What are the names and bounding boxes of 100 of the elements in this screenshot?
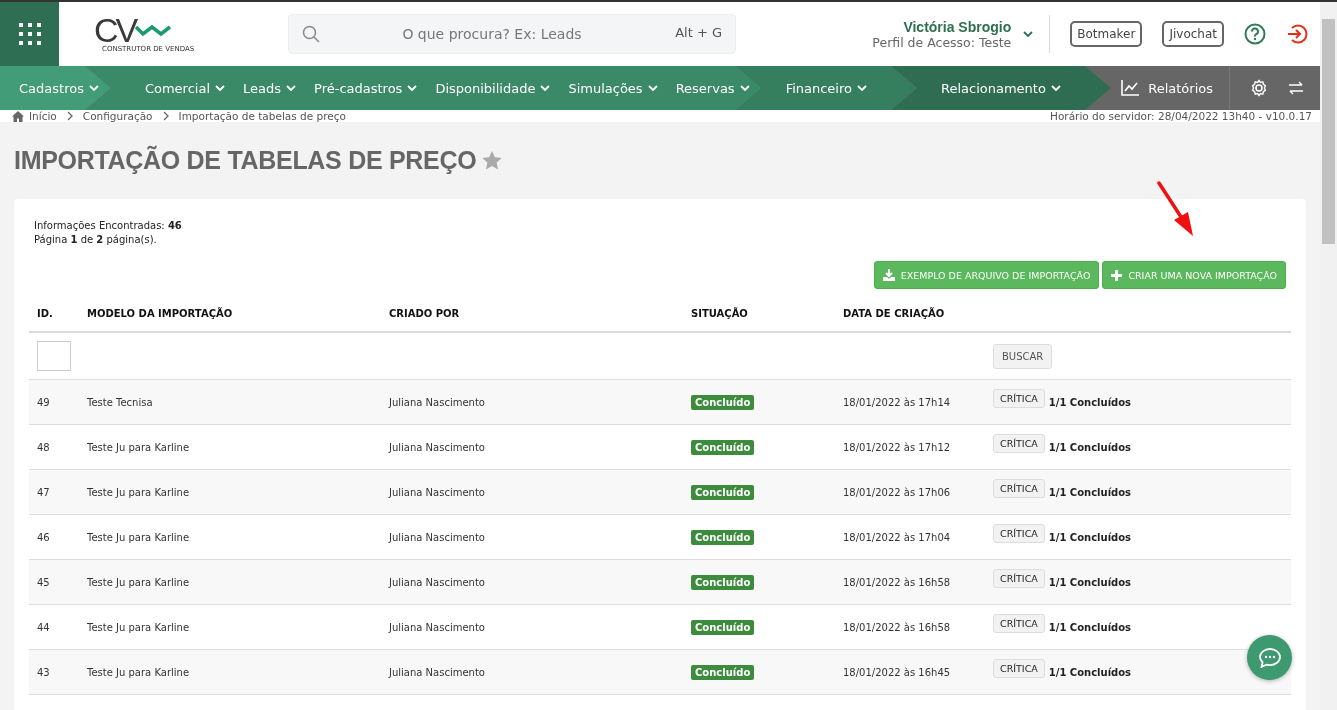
star-icon[interactable] (482, 151, 503, 170)
table-cell-text: 44 (36, 621, 51, 633)
progress-text: 1/1 Concluídos (1048, 396, 1132, 408)
logo-wave-icon (135, 23, 172, 37)
table-cell-text: 18/01/2022 às 17h14 (842, 396, 952, 408)
grid-icon (18, 23, 41, 45)
table-cell-text: 49 (36, 396, 51, 408)
reports-menu-item[interactable]: Relatórios (1121, 80, 1213, 96)
chevron-down-icon (739, 84, 750, 92)
progress-text: 1/1 Concluídos (1048, 621, 1132, 633)
chevron-down-icon (88, 84, 99, 92)
scrollbar-thumb[interactable] (1322, 19, 1335, 244)
menu-item[interactable]: Financeiro (785, 80, 867, 96)
user-menu[interactable]: Victória Sbrogio Perfil de Acesso: Teste (872, 18, 1034, 50)
table-cell-text: 46 (36, 531, 51, 543)
chevron-down-icon (1050, 84, 1061, 92)
critica-button[interactable]: CRÍTICA (993, 433, 1045, 453)
status-badge: Concluído (691, 619, 755, 635)
table-cell-text: 43 (36, 666, 51, 678)
critica-button[interactable]: CRÍTICA (993, 523, 1045, 543)
chevron-down-icon (647, 84, 658, 92)
column-header: SITUAÇÃO (690, 307, 749, 319)
help-icon[interactable] (1244, 23, 1266, 45)
table-cell-text: 18/01/2022 às 16h45 (842, 666, 952, 678)
table-cell-text: 18/01/2022 às 16h58 (842, 576, 952, 588)
table-cell-text: Teste Ju para Karline (86, 621, 191, 633)
table-cell-text: Juliana Nascimento (387, 486, 486, 498)
breadcrumb-link[interactable]: Importação de tabelas de preço (178, 110, 346, 122)
critica-button[interactable]: CRÍTICA (993, 613, 1045, 633)
swap-arrows-icon[interactable] (1288, 81, 1304, 95)
progress-text: 1/1 Concluídos (1048, 441, 1132, 453)
critica-button[interactable]: CRÍTICA (993, 388, 1045, 408)
column-header: MODELO DA IMPORTAÇÃO (86, 307, 234, 319)
status-badge: Concluído (691, 574, 755, 590)
menu-item[interactable]: Simulações (568, 80, 658, 96)
chevron-down-icon (215, 84, 225, 92)
critica-button[interactable]: CRÍTICA (993, 568, 1045, 588)
chevron-right-icon (66, 111, 73, 121)
table-cell-text: 18/01/2022 às 16h58 (842, 621, 952, 633)
table-cell-text: Teste Ju para Karline (86, 666, 191, 678)
status-badge: Concluído (691, 664, 755, 680)
settings-icon[interactable] (1250, 79, 1268, 97)
menu-item[interactable]: Comercial (144, 80, 225, 96)
progress-text: 1/1 Concluídos (1048, 531, 1132, 543)
table-cell-text: Teste Ju para Karline (86, 486, 191, 498)
table-cell-text: 47 (36, 486, 51, 498)
chat-bubble-icon (1258, 647, 1281, 668)
progress-text: 1/1 Concluídos (1048, 666, 1132, 678)
apps-menu-button[interactable] (0, 2, 59, 66)
chevron-down-icon (286, 84, 297, 92)
plus-icon (1111, 269, 1123, 281)
chevron-right-icon (162, 111, 169, 121)
table-cell-text: Juliana Nascimento (387, 576, 486, 588)
critica-button[interactable]: CRÍTICA (993, 658, 1045, 678)
id-filter-field[interactable] (37, 341, 71, 371)
breadcrumb-link[interactable]: Configuração (82, 110, 153, 122)
table-cell-text: Juliana Nascimento (387, 666, 486, 678)
column-header: CRIADO POR (388, 307, 461, 319)
table-cell-text: Teste Ju para Karline (86, 441, 191, 453)
line-chart-icon (1121, 80, 1140, 96)
menu-item[interactable]: Disponibilidade (435, 80, 551, 96)
table-cell-text: Teste Ju para Karline (86, 531, 191, 543)
table-cell-text: Teste Tecnisa (86, 396, 154, 408)
status-badge: Concluído (691, 529, 755, 545)
server-time: Horário do servidor: 28/04/2022 13h40 - v10.0.17 (1050, 110, 1312, 122)
search-button[interactable]: BUSCAR (993, 343, 1053, 369)
user-profile: Perfil de Acesso: Teste (872, 34, 1012, 50)
home-icon (12, 110, 24, 122)
table-cell-text: 18/01/2022 às 17h06 (842, 486, 952, 498)
table-cell-text: Juliana Nascimento (387, 396, 486, 408)
integration-button[interactable]: Botmaker (1070, 21, 1143, 47)
progress-text: 1/1 Concluídos (1048, 486, 1132, 498)
menu-item[interactable]: Leads (243, 80, 297, 96)
table-cell-text: 18/01/2022 às 17h04 (842, 531, 952, 543)
integration-button[interactable]: Jivochat (1162, 21, 1224, 47)
table-cell-text: 45 (36, 576, 51, 588)
critica-button[interactable]: CRÍTICA (993, 478, 1045, 498)
table-cell-text: 18/01/2022 às 17h12 (842, 441, 952, 453)
table-cell-text: Teste Ju para Karline (86, 576, 191, 588)
page-title: IMPORTAÇÃO DE TABELAS DE PREÇO (14, 146, 477, 175)
menu-item[interactable]: Relacionamento (941, 80, 1061, 96)
menu-item[interactable]: Pré-cadastros (314, 80, 418, 96)
table-cell-text: Juliana Nascimento (387, 441, 486, 453)
user-name: Victória Sbrogio (902, 18, 1012, 35)
menu-item[interactable]: Reservas (675, 80, 750, 96)
chevron-down-icon (540, 84, 551, 92)
table-cell-text: Juliana Nascimento (387, 621, 486, 633)
summary-text: Página 1 de 2 página(s). (34, 233, 158, 247)
column-header: ID. (36, 307, 54, 319)
shortcut-hint: Alt + G (675, 25, 722, 40)
column-header: DATA DE CRIAÇÃO (842, 307, 946, 319)
breadcrumb-link[interactable]: Início (12, 110, 57, 122)
status-badge: Concluído (691, 484, 755, 500)
annotation-arrow (1156, 181, 1196, 237)
chevron-down-icon (857, 84, 867, 92)
logout-icon[interactable] (1286, 23, 1308, 45)
chevron-down-icon (1023, 30, 1034, 38)
status-badge: Concluído (691, 439, 755, 455)
download-icon (882, 269, 895, 281)
table-cell-text: 48 (36, 441, 51, 453)
